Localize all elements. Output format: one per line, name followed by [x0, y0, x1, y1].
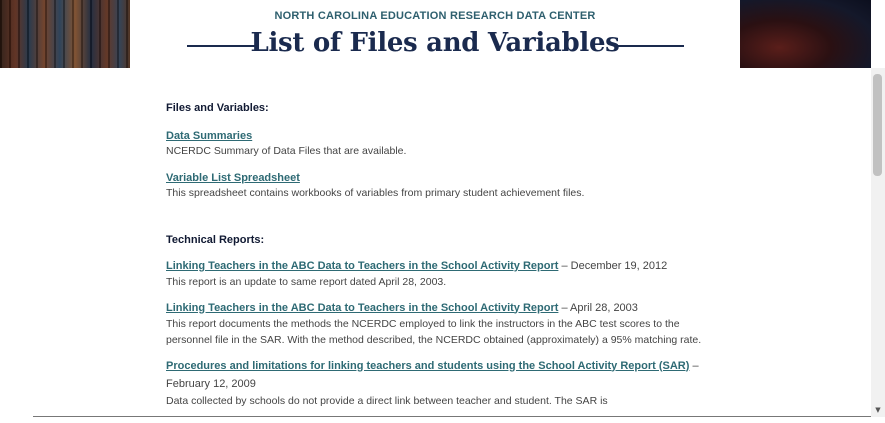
page-title: List of Files and Variables — [250, 28, 620, 58]
variable-list-description: This spreadsheet contains workbooks of v… — [166, 186, 585, 199]
variable-list-link[interactable]: Variable List Spreadsheet — [166, 172, 300, 184]
main-content: Files and Variables: Data Summaries NCER… — [166, 102, 706, 409]
files-section-heading: Files and Variables: — [166, 102, 269, 114]
report-description: This report documents the methods the NC… — [166, 317, 702, 347]
report-description: This report is an update to same report … — [166, 276, 447, 288]
bottom-fill — [0, 417, 885, 423]
files-item-data-summaries: Data Summaries NCERDC Summary of Data Fi… — [166, 124, 706, 160]
report-item-linking-2003: Linking Teachers in the ABC Data to Teac… — [166, 298, 706, 349]
report-link-linking-2003[interactable]: Linking Teachers in the ABC Data to Teac… — [166, 302, 558, 314]
header-banner: NORTH CAROLINA EDUCATION RESEARCH DATA C… — [0, 0, 885, 68]
title-rule-right — [616, 45, 684, 47]
report-description: Data collected by schools do not provide… — [166, 394, 608, 407]
header-photo-right — [740, 0, 871, 68]
header-photo-bookshelf — [0, 0, 130, 68]
scrollbar-thumb[interactable] — [873, 74, 882, 176]
files-item-variable-list: Variable List Spreadsheet This spreadshe… — [166, 166, 706, 202]
data-summaries-link[interactable]: Data Summaries — [166, 130, 252, 142]
scroll-down-arrow-icon[interactable]: ▼ — [872, 405, 884, 415]
report-link-linking-2012[interactable]: Linking Teachers in the ABC Data to Teac… — [166, 260, 558, 272]
report-item-linking-2012: Linking Teachers in the ABC Data to Teac… — [166, 256, 706, 291]
data-summaries-description: NCERDC Summary of Data Files that are av… — [166, 145, 407, 157]
bottom-divider — [33, 416, 871, 417]
report-date: – April 28, 2003 — [558, 301, 638, 314]
report-link-procedures-sar[interactable]: Procedures and limitations for linking t… — [166, 360, 689, 372]
report-item-procedures-sar: Procedures and limitations for linking t… — [166, 356, 706, 410]
title-row: List of Files and Variables — [130, 28, 740, 64]
report-date: – December 19, 2012 — [558, 260, 668, 272]
org-name: NORTH CAROLINA EDUCATION RESEARCH DATA C… — [274, 10, 596, 22]
header-center: NORTH CAROLINA EDUCATION RESEARCH DATA C… — [130, 0, 740, 68]
reports-section-heading: Technical Reports: — [166, 234, 265, 246]
